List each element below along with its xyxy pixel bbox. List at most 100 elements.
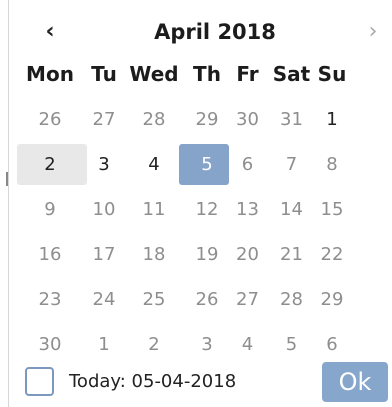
day-cell[interactable]: 24 <box>85 277 123 322</box>
day-cell[interactable]: 21 <box>266 232 317 277</box>
weekday-wed: Wed <box>129 62 179 86</box>
day-number: 5 <box>201 154 213 175</box>
day-number: 29 <box>320 289 344 310</box>
calendar-header: ‹ April 2018 › <box>0 15 392 49</box>
day-cell[interactable]: 26 <box>15 97 85 142</box>
day-cell[interactable]: 31 <box>266 97 317 142</box>
day-cell[interactable]: 10 <box>85 187 123 232</box>
day-cell[interactable]: 16 <box>15 232 85 277</box>
today-label: Today: 05-04-2018 <box>69 371 237 392</box>
day-number: 20 <box>236 244 259 265</box>
weekday-tue: Tu <box>91 62 117 86</box>
day-cell[interactable]: 6 <box>229 142 266 187</box>
day-number: 2 <box>44 154 56 175</box>
day-cell[interactable]: 15 <box>317 187 347 232</box>
day-number: 7 <box>285 154 298 175</box>
day-cell[interactable]: 2 <box>15 142 87 187</box>
weekday-header-row: Mon Tu Wed Th Fr Sat Su <box>15 56 392 92</box>
day-cell[interactable]: 13 <box>229 187 266 232</box>
weekday-thu: Th <box>193 62 221 86</box>
chevron-left-icon[interactable]: ‹ <box>37 17 63 47</box>
day-cell[interactable]: 19 <box>185 232 229 277</box>
day-cell[interactable]: 14 <box>266 187 317 232</box>
day-number: 3 <box>98 154 110 175</box>
day-cell[interactable]: 1 <box>317 97 347 142</box>
day-cell[interactable]: 28 <box>123 97 185 142</box>
day-number: 28 <box>280 289 303 310</box>
day-cell[interactable]: 3 <box>185 322 229 367</box>
day-cell[interactable]: 29 <box>185 97 229 142</box>
day-cell[interactable]: 23 <box>15 277 85 322</box>
day-number: 31 <box>280 109 303 130</box>
day-cell[interactable]: 17 <box>85 232 123 277</box>
month-title[interactable]: April 2018 <box>120 15 310 49</box>
date-picker: ‹ April 2018 › Mon Tu Wed Th Fr Sat Su 2… <box>0 0 392 407</box>
day-number: 29 <box>195 109 219 130</box>
day-number: 30 <box>236 109 259 130</box>
left-border <box>8 0 9 407</box>
days-grid: 26 27 28 29 30 31 1 2 3 4 5 6 7 8 9 10 11 12 13 14 15 16 17 18 1… <box>15 97 392 367</box>
day-number: 9 <box>44 199 56 220</box>
day-cell[interactable]: 29 <box>317 277 347 322</box>
day-number: 4 <box>148 154 160 175</box>
day-cell[interactable]: 12 <box>185 187 229 232</box>
day-cell[interactable]: 5 <box>266 322 317 367</box>
day-cell[interactable]: 1 <box>85 322 123 367</box>
day-number: 23 <box>38 289 62 310</box>
day-number: 21 <box>280 244 303 265</box>
day-number: 5 <box>285 334 298 355</box>
day-number: 6 <box>241 154 254 175</box>
day-cell[interactable]: 30 <box>15 322 85 367</box>
day-number: 18 <box>142 244 166 265</box>
day-number: 16 <box>38 244 62 265</box>
day-cell[interactable]: 6 <box>317 322 347 367</box>
day-cell[interactable]: 25 <box>123 277 185 322</box>
day-number: 12 <box>195 199 219 220</box>
day-number: 14 <box>280 199 303 220</box>
day-number: 27 <box>236 289 259 310</box>
day-number: 25 <box>142 289 166 310</box>
day-cell[interactable]: 11 <box>123 187 185 232</box>
weekday-sat: Sat <box>272 62 311 86</box>
day-number: 26 <box>38 109 62 130</box>
selected-day-cell[interactable]: 5 <box>179 142 229 187</box>
day-number: 6 <box>326 334 338 355</box>
calendar-footer: Today: 05-04-2018 Ok <box>0 362 392 402</box>
day-cell[interactable]: 4 <box>123 142 185 187</box>
day-number: 17 <box>92 244 116 265</box>
today-checkbox[interactable] <box>25 367 54 396</box>
day-cell[interactable]: 7 <box>266 142 317 187</box>
day-cell[interactable]: 30 <box>229 97 266 142</box>
weekday-sun: Su <box>317 62 347 86</box>
day-number: 1 <box>98 334 110 355</box>
day-cell[interactable]: 9 <box>15 187 85 232</box>
chevron-right-icon[interactable]: › <box>360 17 386 47</box>
day-number: 22 <box>320 244 344 265</box>
day-cell[interactable]: 18 <box>123 232 185 277</box>
day-number: 26 <box>195 289 219 310</box>
day-number: 28 <box>142 109 166 130</box>
day-cell[interactable]: 20 <box>229 232 266 277</box>
day-number: 15 <box>320 199 344 220</box>
day-number: 27 <box>92 109 116 130</box>
day-cell[interactable]: 4 <box>229 322 266 367</box>
weekday-mon: Mon <box>26 62 74 86</box>
day-number: 24 <box>92 289 116 310</box>
ok-button[interactable]: Ok <box>322 362 388 402</box>
day-number: 13 <box>236 199 259 220</box>
day-cell[interactable]: 28 <box>266 277 317 322</box>
day-number: 30 <box>38 334 62 355</box>
day-number: 1 <box>326 109 338 130</box>
day-number: 19 <box>195 244 219 265</box>
day-number: 11 <box>142 199 166 220</box>
day-number: 8 <box>326 154 338 175</box>
day-cell[interactable]: 8 <box>317 142 347 187</box>
day-number: 3 <box>201 334 213 355</box>
day-cell[interactable]: 22 <box>317 232 347 277</box>
day-cell[interactable]: 26 <box>185 277 229 322</box>
day-cell[interactable]: 27 <box>85 97 123 142</box>
day-cell[interactable]: 27 <box>229 277 266 322</box>
day-cell[interactable]: 2 <box>123 322 185 367</box>
weekday-fri: Fr <box>236 62 259 86</box>
day-cell[interactable]: 3 <box>85 142 123 187</box>
